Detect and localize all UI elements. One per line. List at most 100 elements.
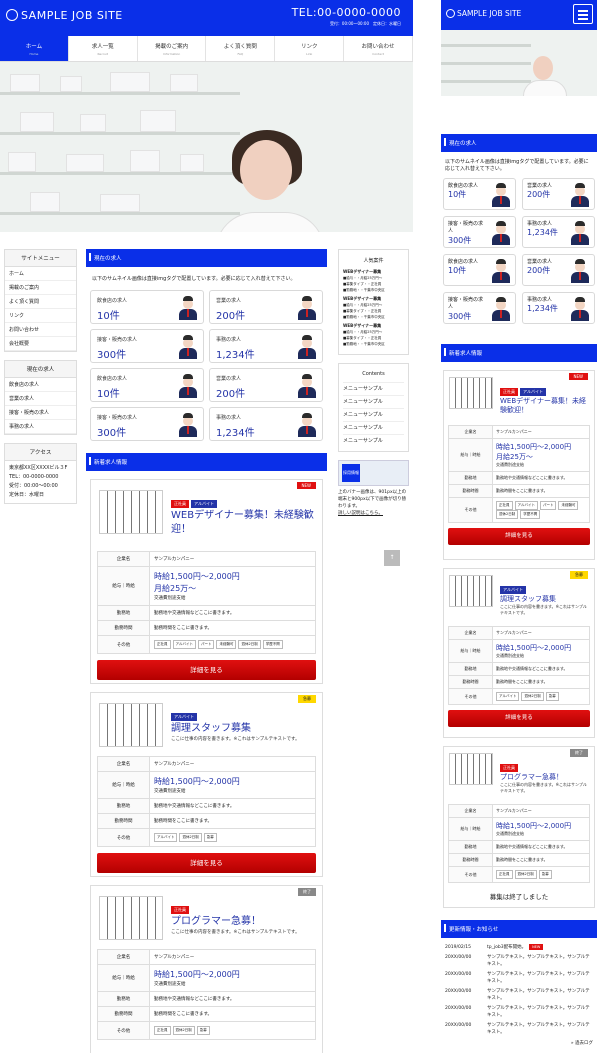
ribbon-closed: 終了 <box>298 888 316 896</box>
hamburger-menu-icon[interactable] <box>573 4 593 24</box>
job-card[interactable]: 営業の求人 200件 <box>209 368 323 402</box>
access-holiday: 定休日：水曜日 <box>9 492 45 498</box>
staff-avatar-icon <box>178 335 198 359</box>
staff-avatar-icon <box>297 296 317 320</box>
job-detail-table: 企業名 サンプルカンパニー 給与｜時給 時給1,500円〜2,000円 月給25万〜交… <box>97 551 316 654</box>
update-row: 20XX/00/00 サンプルテキスト。サンプルテキスト。サンプルテキスト。 <box>445 989 590 1001</box>
job-title[interactable]: 調理スタッフ募集 <box>171 722 316 736</box>
site-header: SAMPLE JOB SITE TEL:00-0000-0000 受付：00:0… <box>0 0 413 36</box>
site-menu: サイトメニュー ホーム 掲載のご案内 よく頂く質問 リンク お問い合わせ 会社概… <box>4 249 77 352</box>
job-card[interactable]: 営業の求人 200件 <box>209 290 323 324</box>
job-card[interactable]: 接客・販売の求人 300件 <box>90 407 204 441</box>
job-listing: 終了 正社員 プログラマー急募！ ここに仕事の内容を書きます。※これはサンプルテ… <box>443 746 595 908</box>
popular-item[interactable]: WEBデザイナー募集 ■給与・・月給25万円〜 ■募集タイプ・・正社員 ■勤務地・・千… <box>343 296 404 320</box>
keyboard-thumbnail <box>449 575 493 607</box>
badge: 正社員 <box>500 388 518 396</box>
contents-item[interactable]: メニューサンプル <box>343 395 404 405</box>
detail-button[interactable]: 詳細を見る <box>448 528 590 545</box>
access-hours: 受付：00:00〜00:00 <box>9 483 58 489</box>
mobile-current-note: 以下のサムネイル画像は直接imgタグで配置しています。必要に応じて入れ替えて下さ… <box>445 159 589 172</box>
staff-avatar-icon <box>570 259 590 283</box>
popular-item[interactable]: WEBデザイナー募集 ■給与・・月給25万円〜 ■募集タイプ・・正社員 ■勤務地・・千… <box>343 323 404 347</box>
staff-avatar-icon <box>297 413 317 437</box>
job-card[interactable]: 営業の求人 200件 <box>522 178 595 210</box>
job-title[interactable]: 調理スタッフ募集 <box>500 595 590 604</box>
job-card[interactable]: 飲食店の求人 10件 <box>443 178 516 210</box>
job-card[interactable]: 接客・販売の求人 300件 <box>443 216 516 248</box>
archive-link[interactable]: » 過去ログ <box>445 1040 593 1047</box>
ribbon-new: NEW <box>568 373 588 380</box>
contents-item[interactable]: メニューサンプル <box>343 434 404 444</box>
menu-item-home[interactable]: ホーム <box>5 267 76 281</box>
update-row: 2019/02/15 tp_job3配布開始。 NEW <box>445 944 593 951</box>
menu-item-faq[interactable]: よく頂く質問 <box>5 295 76 309</box>
staff-avatar-icon <box>570 297 590 321</box>
contents-item[interactable]: メニューサンプル <box>343 382 404 392</box>
badge: アルバイト <box>520 388 546 396</box>
menu-item-company[interactable]: 会社概要 <box>5 337 76 351</box>
nav-contact[interactable]: お問い合わせ Contact <box>344 36 413 61</box>
jobs-menu-title: 現在の求人 <box>5 361 76 378</box>
nav-link[interactable]: リンク Link <box>275 36 345 61</box>
job-card[interactable]: 接客・販売の求人 300件 <box>90 329 204 363</box>
site-logo[interactable]: SAMPLE JOB SITE <box>6 9 123 22</box>
contents-item[interactable]: メニューサンプル <box>343 421 404 431</box>
job-title[interactable]: プログラマー急募！ <box>500 773 590 782</box>
job-card[interactable]: 事務の求人 1,234件 <box>522 216 595 248</box>
job-card[interactable]: 営業の求人 200件 <box>522 254 595 286</box>
staff-avatar-icon <box>491 259 511 283</box>
job-detail-table: 企業名 サンプルカンパニー 給与｜時給 時給1,500円〜2,000円 交通費別途支給… <box>448 626 590 705</box>
job-card[interactable]: 飲食店の求人 10件 <box>443 254 516 286</box>
mobile-logo[interactable]: SAMPLE JOB SITE <box>446 9 521 18</box>
popular-item[interactable]: WEBデザイナー募集 ■給与・・月給25万円〜 ■募集タイプ・・正社員 ■勤務地・・千… <box>343 269 404 293</box>
contents-box: Contents メニューサンプル メニューサンプル メニューサンプル メニュー… <box>338 363 409 452</box>
nav-faq[interactable]: よく頂く質問 FAQ <box>206 36 276 61</box>
job-card[interactable]: 事務の求人 1,234件 <box>209 329 323 363</box>
detail-button[interactable]: 詳細を見る <box>97 853 316 873</box>
badge: 正社員 <box>500 764 518 772</box>
staff-avatar-icon <box>570 183 590 207</box>
recruit-banner[interactable]: 採用情報 <box>338 460 409 486</box>
banner-text: 上のバナー画像は、901px以上の端末と900px以下で画像が切り替わります。 <box>338 490 407 509</box>
nav-home[interactable]: ホーム Home <box>0 36 69 61</box>
menu-item-link[interactable]: リンク <box>5 309 76 323</box>
staff-avatar-icon <box>491 221 511 245</box>
job-card[interactable]: 飲食店の求人 10件 <box>90 290 204 324</box>
keyboard-thumbnail <box>99 703 163 747</box>
menu-item-contact[interactable]: お問い合わせ <box>5 323 76 337</box>
jobs-item-service[interactable]: 接客・販売の求人 <box>5 406 76 420</box>
banner-link[interactable]: 詳しい説明はこちら。 <box>338 510 409 516</box>
mobile-current-jobs-heading: 現在の求人 <box>441 134 597 152</box>
job-desc: ここに仕事の内容を書きます。※これはサンプルテキストです。 <box>500 782 587 793</box>
nav-information[interactable]: 掲載のご案内 Information <box>138 36 207 61</box>
nav-recruit[interactable]: 求人一覧 Recruit <box>69 36 138 61</box>
popular-box: 人気案件 WEBデザイナー募集 ■給与・・月給25万円〜 ■募集タイプ・・正社員 ■勤… <box>338 249 409 355</box>
hero-image <box>0 62 413 232</box>
job-listing: 急募 アルバイト 調理スタッフ募集 ここに仕事の内容を書きます。※これはサンプル… <box>443 568 595 738</box>
detail-button[interactable]: 詳細を見る <box>448 710 590 727</box>
jobs-item-office[interactable]: 事務の求人 <box>5 420 76 434</box>
job-title[interactable]: WEBデザイナー募集！未経験歓迎！ <box>171 509 316 537</box>
contents-item[interactable]: メニューサンプル <box>343 408 404 418</box>
jobs-item-food[interactable]: 飲食店の求人 <box>5 378 76 392</box>
job-title[interactable]: プログラマー急募！ <box>171 915 316 929</box>
job-card[interactable]: 事務の求人 1,234件 <box>522 292 595 324</box>
staff-avatar-icon <box>178 413 198 437</box>
logo-text: SAMPLE JOB SITE <box>457 9 522 18</box>
menu-item-info[interactable]: 掲載のご案内 <box>5 281 76 295</box>
jobs-item-sales[interactable]: 営業の求人 <box>5 392 76 406</box>
job-card[interactable]: 事務の求人 1,234件 <box>209 407 323 441</box>
job-detail-table: 企業名 サンプルカンパニー 給与｜時給 時給1,500円〜2,000円 交通費別途支給… <box>97 949 316 1040</box>
keyboard-thumbnail <box>449 753 493 785</box>
job-desc: ここに仕事の内容を書きます。※これはサンプルテキストです。 <box>171 930 300 935</box>
job-card[interactable]: 接客・販売の求人 300件 <box>443 292 516 324</box>
badge: アルバイト <box>500 586 526 594</box>
page-top-button[interactable]: ↑ <box>384 550 400 566</box>
job-title[interactable]: WEBデザイナー募集！未経験歓迎！ <box>500 397 590 415</box>
detail-button[interactable]: 詳細を見る <box>97 660 316 680</box>
job-card[interactable]: 飲食店の求人 10件 <box>90 368 204 402</box>
update-row: 20XX/00/00 サンプルテキスト。サンプルテキスト。サンプルテキスト。 <box>445 1023 590 1035</box>
mobile-new-jobs-heading: 新着求人情報 <box>441 344 597 362</box>
staff-avatar-icon <box>178 296 198 320</box>
banner-label: 採用情報 <box>342 464 360 482</box>
